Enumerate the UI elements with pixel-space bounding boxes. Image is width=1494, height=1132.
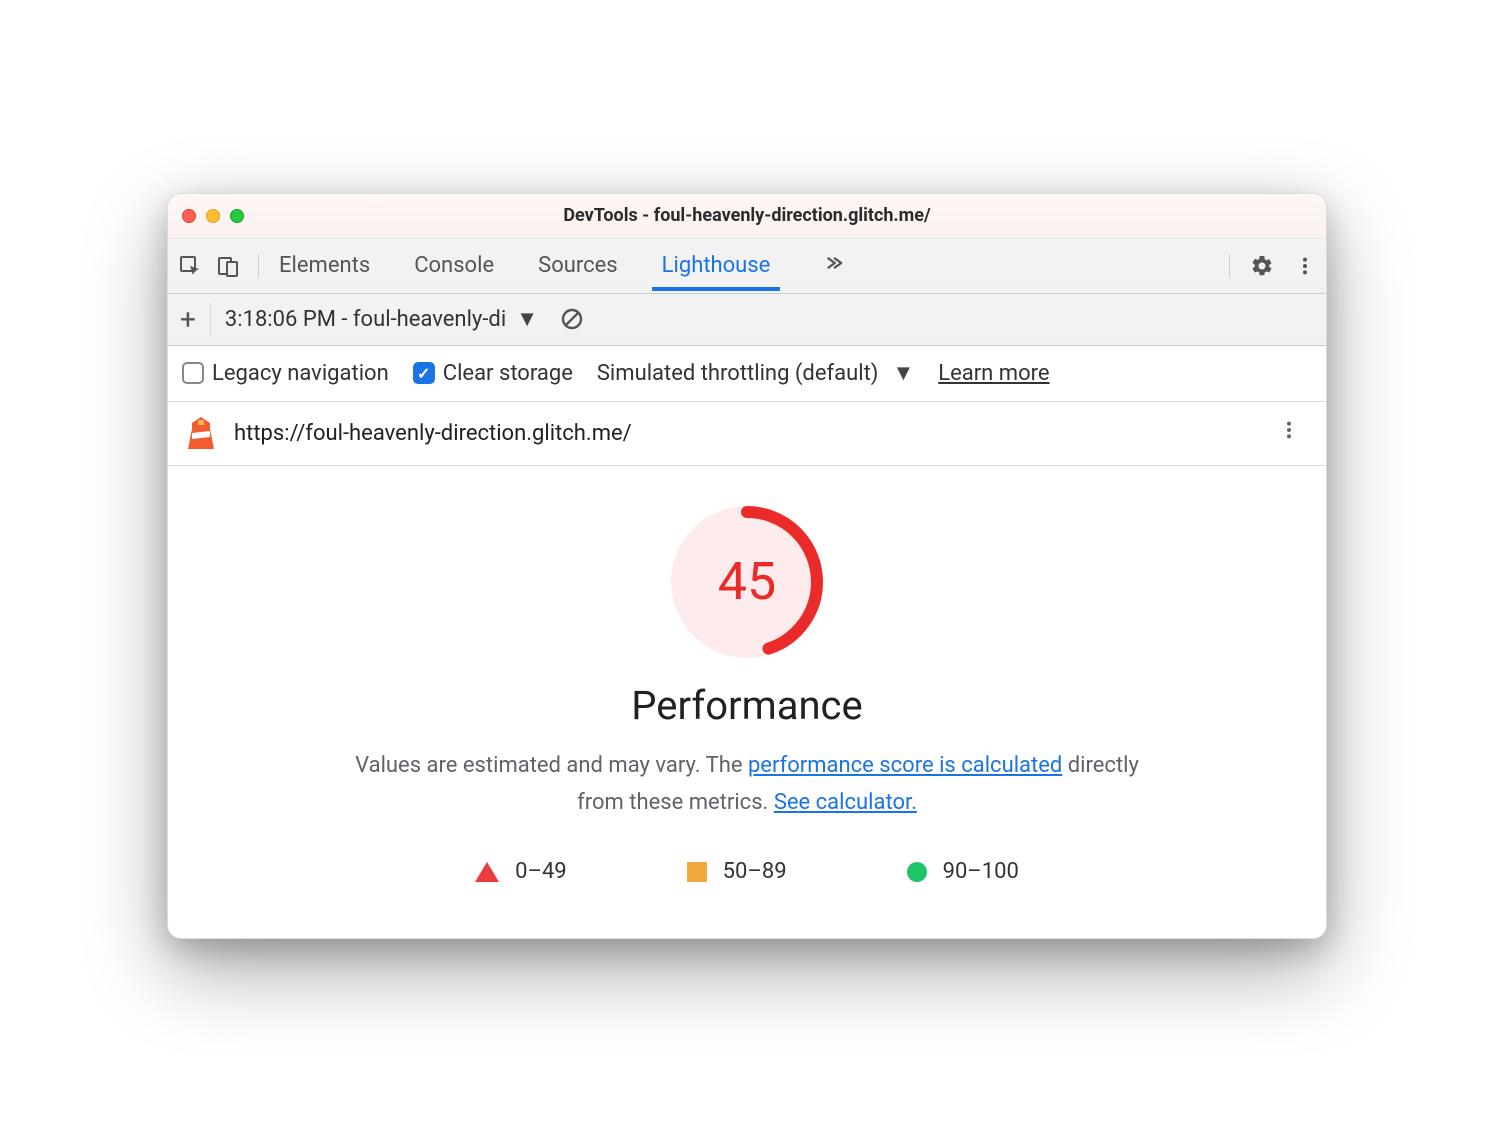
tab-elements[interactable]: Elements	[277, 241, 372, 290]
circle-icon	[907, 862, 927, 882]
learn-more-link[interactable]: Learn more	[938, 361, 1049, 386]
tabs-overflow-icon[interactable]	[812, 252, 854, 280]
score-calc-link[interactable]: performance score is calculated	[748, 753, 1062, 778]
legacy-navigation-checkbox[interactable]: Legacy navigation	[182, 361, 389, 386]
tab-sources[interactable]: Sources	[536, 241, 620, 290]
throttling-label: Simulated throttling (default)	[597, 361, 879, 386]
device-toolbar-icon[interactable]	[216, 254, 240, 278]
performance-description: Values are estimated and may vary. The p…	[337, 747, 1157, 822]
tab-lighthouse[interactable]: Lighthouse	[660, 241, 773, 290]
report-content: 45 Performance Values are estimated and …	[168, 466, 1326, 939]
checkbox-checked-icon	[413, 362, 435, 384]
clear-report-icon[interactable]	[560, 307, 584, 331]
lighthouse-options-bar: Legacy navigation Clear storage Simulate…	[168, 346, 1326, 402]
legend-pass: 90–100	[907, 859, 1019, 884]
report-url: https://foul-heavenly-direction.glitch.m…	[234, 421, 1252, 446]
settings-gear-icon[interactable]	[1250, 254, 1274, 278]
new-report-button[interactable]: +	[180, 303, 211, 336]
square-icon	[687, 862, 707, 882]
triangle-icon	[475, 862, 499, 882]
lighthouse-logo-icon	[186, 415, 216, 451]
throttling-dropdown[interactable]: Simulated throttling (default) ▼	[597, 360, 914, 386]
performance-score: 45	[671, 506, 823, 658]
legend-average: 50–89	[687, 859, 787, 884]
report-dropdown[interactable]: 3:18:06 PM - foul-heavenly-di ▼	[225, 306, 538, 332]
inspect-element-icon[interactable]	[178, 254, 202, 278]
report-menu-icon[interactable]	[1270, 411, 1308, 455]
checkbox-unchecked-icon	[182, 362, 204, 384]
desc-text-1: Values are estimated and may vary. The	[355, 753, 748, 778]
devtools-tabbar: Elements Console Sources Lighthouse	[168, 238, 1326, 294]
legend-fail-range: 0–49	[515, 859, 567, 884]
titlebar: DevTools - foul-heavenly-direction.glitc…	[168, 194, 1326, 238]
clear-storage-label: Clear storage	[443, 361, 573, 386]
report-dropdown-label: 3:18:06 PM - foul-heavenly-di	[225, 307, 506, 332]
score-legend: 0–49 50–89 90–100	[208, 859, 1286, 884]
devtools-window: DevTools - foul-heavenly-direction.glitc…	[167, 193, 1327, 940]
legend-fail: 0–49	[475, 859, 567, 884]
window-title: DevTools - foul-heavenly-direction.glitc…	[168, 205, 1326, 226]
lighthouse-subbar: + 3:18:06 PM - foul-heavenly-di ▼	[168, 294, 1326, 346]
legacy-navigation-label: Legacy navigation	[212, 361, 389, 386]
report-url-bar: https://foul-heavenly-direction.glitch.m…	[168, 402, 1326, 466]
performance-gauge[interactable]: 45	[671, 506, 823, 658]
clear-storage-checkbox[interactable]: Clear storage	[413, 361, 573, 386]
tab-console[interactable]: Console	[412, 241, 496, 290]
legend-pass-range: 90–100	[943, 859, 1019, 884]
more-vertical-icon[interactable]	[1294, 255, 1316, 277]
caret-down-icon: ▼	[892, 360, 914, 386]
performance-title: Performance	[208, 682, 1286, 729]
legend-average-range: 50–89	[723, 859, 787, 884]
see-calculator-link[interactable]: See calculator.	[774, 790, 917, 815]
caret-down-icon: ▼	[516, 306, 538, 332]
